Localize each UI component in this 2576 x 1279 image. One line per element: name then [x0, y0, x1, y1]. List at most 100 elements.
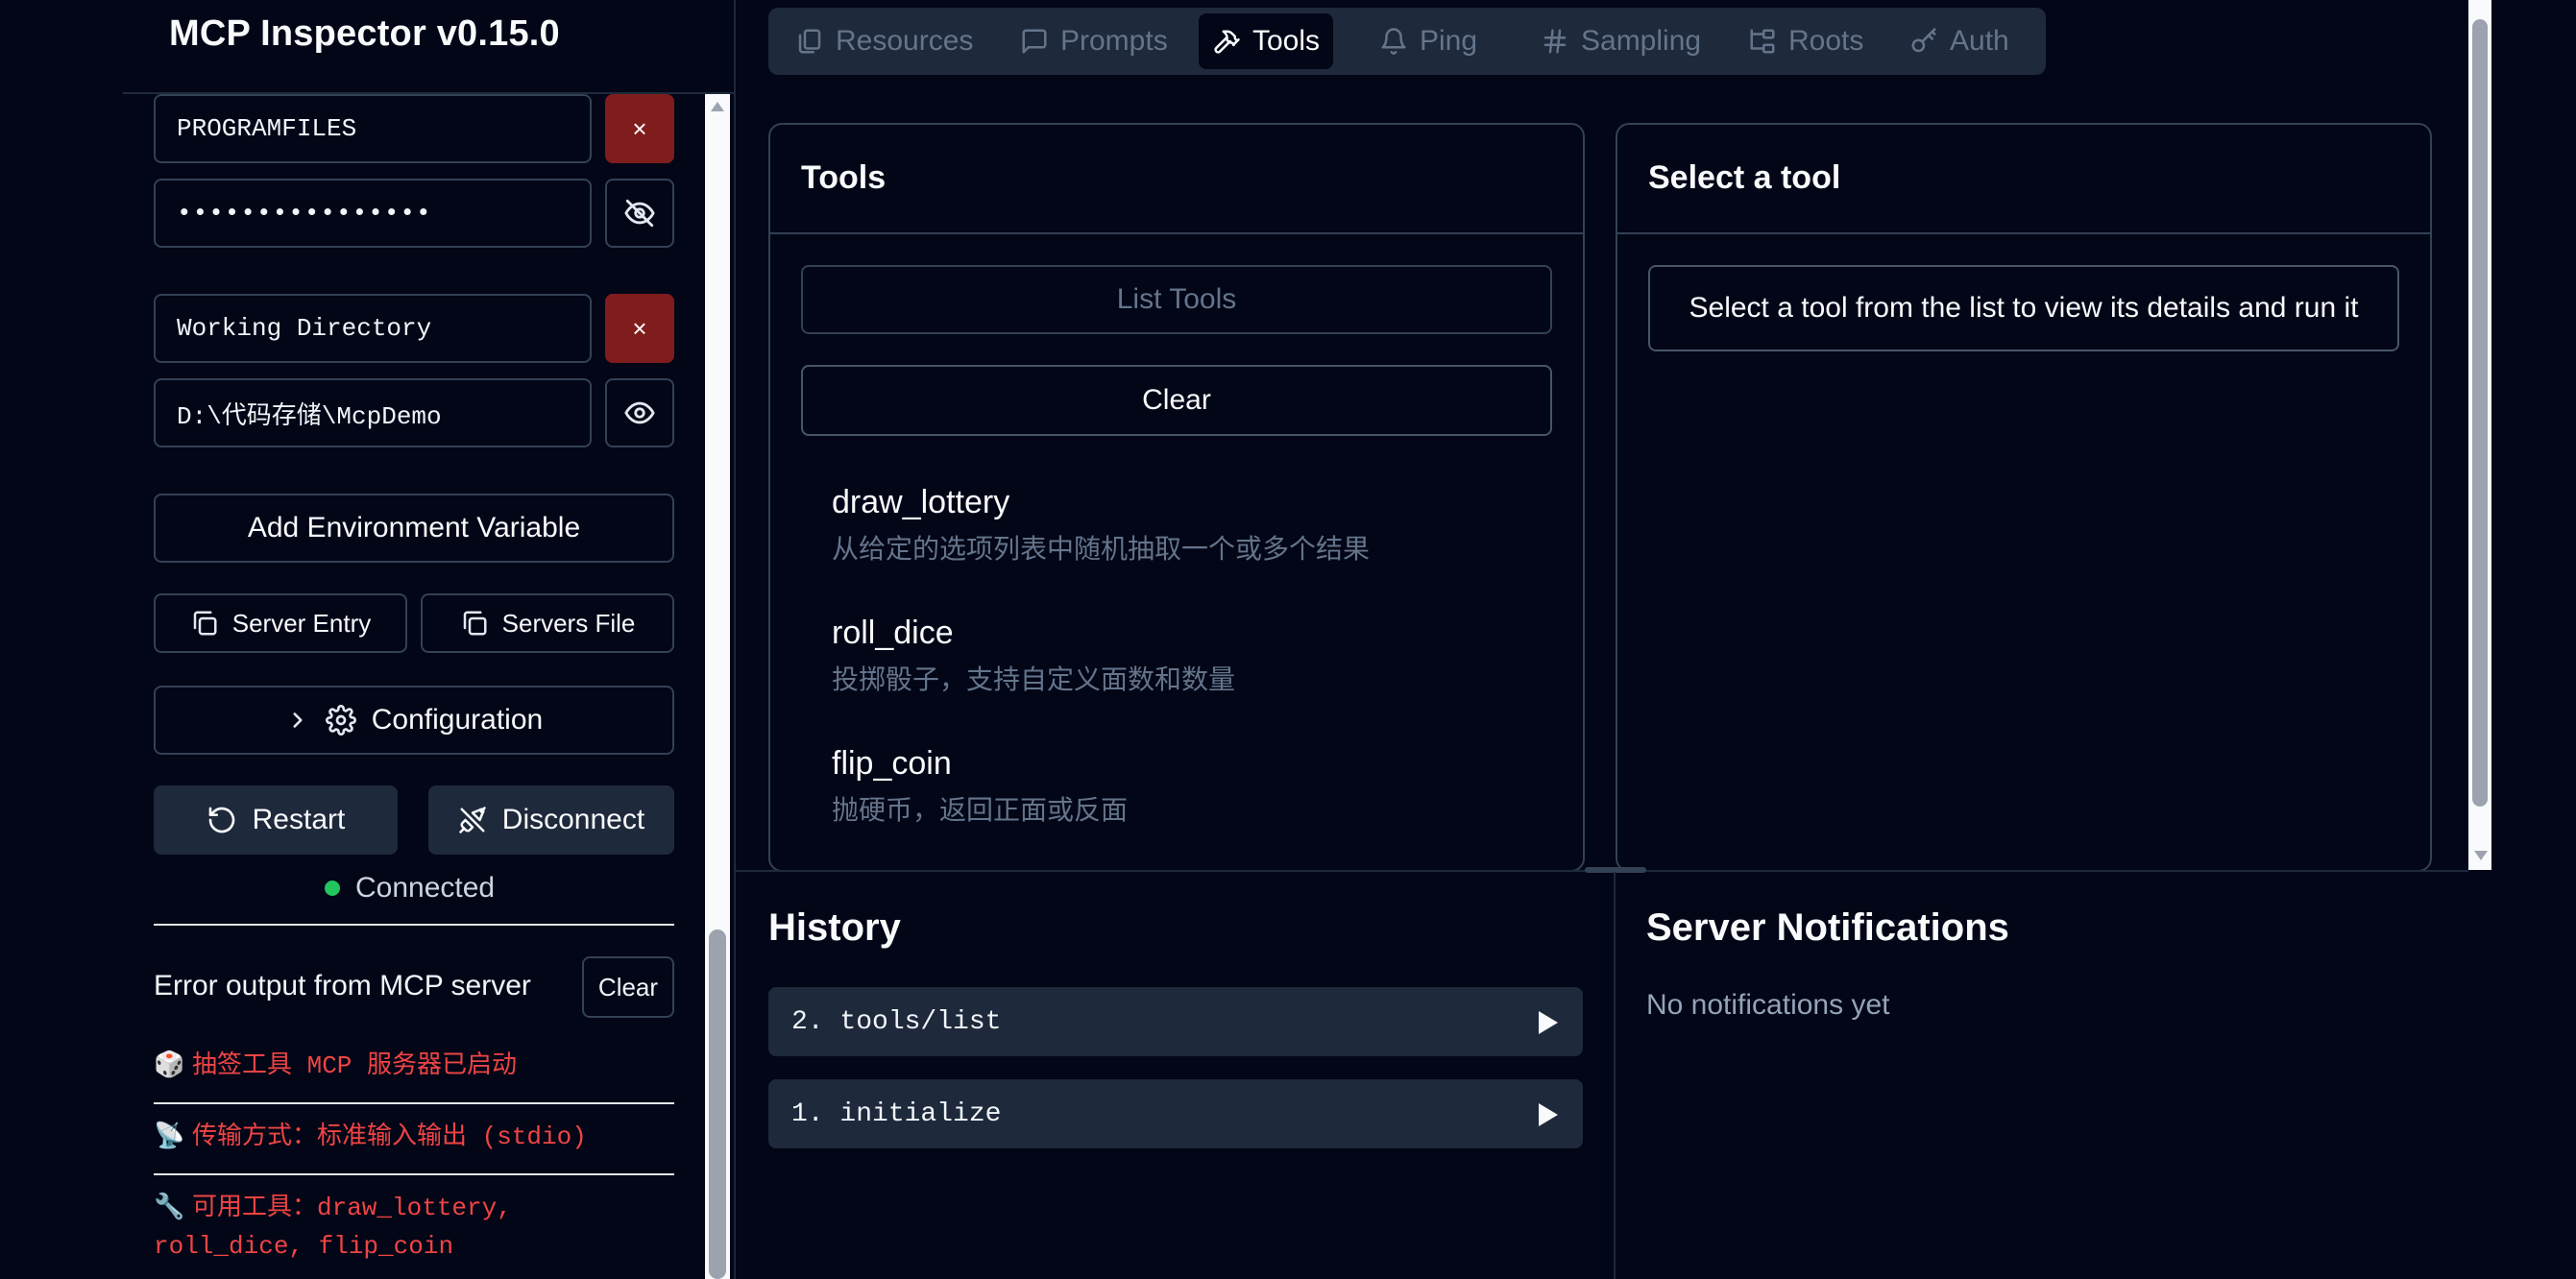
unplug-icon [459, 807, 486, 833]
folder-tree-icon [1750, 29, 1775, 54]
sidebar-scroll-thumb[interactable] [709, 929, 726, 1279]
restart-icon [208, 807, 234, 833]
chevron-right-icon [293, 712, 303, 728]
servers-file-button[interactable]: Servers File [421, 593, 674, 653]
eye-off-icon [624, 199, 655, 228]
close-icon: × [632, 313, 647, 343]
env-value-input[interactable]: D:\代码存储\McpDemo [154, 378, 592, 447]
play-icon[interactable] [1537, 1102, 1560, 1127]
error-output-label: Error output from MCP server [154, 970, 531, 1001]
hash-icon [1543, 29, 1567, 54]
servers-file-label: Servers File [501, 608, 636, 638]
sidebar: MCP Inspector v0.15.0 PROGRAMFILES × •••… [123, 0, 734, 1279]
env-key-input[interactable]: PROGRAMFILES [154, 94, 592, 163]
history-item[interactable]: 1. initialize [768, 1079, 1583, 1148]
tool-name: draw_lottery [832, 484, 1010, 520]
log-entry: 📡 传输方式：标准输入输出 (stdio) [154, 1118, 674, 1156]
status-text: Connected [355, 872, 496, 904]
tab-sampling[interactable]: Sampling [1527, 13, 1714, 69]
add-env-label: Add Environment Variable [247, 512, 581, 543]
satellite-icon: 📡 [154, 1122, 185, 1151]
list-tools-label: List Tools [1116, 283, 1237, 315]
add-env-variable-button[interactable]: Add Environment Variable [154, 494, 674, 563]
clear-tools-label: Clear [1142, 384, 1211, 416]
resize-handle[interactable] [1585, 867, 1646, 873]
remove-env-button[interactable]: × [605, 94, 674, 163]
dice-icon: 🎲 [154, 1051, 185, 1080]
tool-detail-panel: Select a tool Select a tool from the lis… [1616, 123, 2432, 872]
message-icon [1022, 29, 1047, 54]
tab-label: Auth [1950, 25, 2009, 57]
bottom-vertical-divider [1614, 872, 1616, 1279]
server-entry-button[interactable]: Server Entry [154, 593, 407, 653]
tab-roots[interactable]: Roots [1735, 13, 1877, 69]
tab-label: Ping [1420, 25, 1478, 57]
bell-icon [1381, 28, 1406, 55]
select-tool-text: Select a tool from the list to view its … [1689, 292, 2359, 324]
clear-tools-button[interactable]: Clear [801, 365, 1552, 436]
tab-bar: Resources Prompts Tools Ping Sampling Ro… [768, 8, 2046, 75]
remove-env-button[interactable]: × [605, 294, 674, 363]
tab-prompts[interactable]: Prompts [1007, 13, 1181, 69]
log-text: 抽签工具 MCP 服务器已启动 [192, 1051, 518, 1080]
tool-description: 从给定的选项列表中随机抽取一个或多个结果 [832, 534, 1371, 564]
play-icon[interactable] [1537, 1010, 1560, 1035]
tool-name: roll_dice [832, 615, 954, 651]
log-text: 传输方式：标准输入输出 (stdio) [192, 1122, 587, 1151]
list-tools-button[interactable]: List Tools [801, 265, 1552, 334]
tools-panel: Tools List Tools Clear draw_lottery 从给定的… [768, 123, 1585, 872]
detail-panel-title: Select a tool [1648, 159, 1841, 196]
log-text: 可用工具：draw_lottery, roll_dice, flip_coin [154, 1194, 512, 1261]
tab-label: Prompts [1060, 25, 1168, 57]
configuration-label: Configuration [371, 704, 544, 736]
tab-resources[interactable]: Resources [782, 13, 986, 69]
disconnect-button[interactable]: Disconnect [428, 785, 674, 855]
tab-auth[interactable]: Auth [1896, 13, 2023, 69]
tab-label: Sampling [1581, 25, 1702, 57]
copy-icon [463, 611, 487, 636]
scroll-down-arrow-icon[interactable] [2472, 849, 2490, 862]
close-icon: × [632, 113, 647, 143]
divider [154, 924, 674, 926]
tab-label: Resources [836, 25, 974, 57]
tab-label: Tools [1252, 25, 1321, 57]
tool-name: flip_coin [832, 745, 952, 782]
log-entry: 🔧 可用工具：draw_lottery, roll_dice, flip_coin [154, 1189, 674, 1266]
tab-ping[interactable]: Ping [1366, 13, 1491, 69]
sidebar-border [734, 0, 736, 1279]
resources-icon [798, 29, 821, 54]
app-title: MCP Inspector v0.15.0 [169, 13, 560, 54]
restart-label: Restart [252, 804, 346, 835]
clear-errors-button[interactable]: Clear [582, 956, 674, 1018]
configuration-toggle[interactable]: Configuration [154, 686, 674, 755]
tool-description: 投掷骰子，支持自定义面数和数量 [832, 664, 1236, 694]
toggle-visibility-button[interactable] [605, 179, 674, 248]
server-entry-label: Server Entry [231, 608, 372, 638]
restart-button[interactable]: Restart [154, 785, 398, 855]
eye-icon [624, 401, 655, 424]
log-entry: 🎲 抽签工具 MCP 服务器已启动 [154, 1047, 674, 1085]
tool-description: 抛硬币，返回正面或反面 [832, 795, 1129, 825]
hammer-icon [1214, 30, 1240, 54]
select-tool-message: Select a tool from the list to view its … [1648, 265, 2399, 351]
main-scroll-thumb[interactable] [2472, 19, 2488, 807]
divider [154, 1102, 674, 1104]
tab-tools[interactable]: Tools [1199, 13, 1334, 69]
copy-icon [193, 611, 217, 636]
connection-status: Connected [325, 872, 495, 905]
scroll-up-arrow-icon[interactable] [709, 100, 726, 113]
history-title: History [768, 906, 901, 949]
key-icon [1911, 28, 1936, 53]
history-item[interactable]: 2. tools/list [768, 987, 1583, 1056]
server-notifications-title: Server Notifications [1646, 906, 2009, 949]
disconnect-label: Disconnect [501, 804, 645, 835]
env-value-input[interactable]: •••••••••••••••• [154, 179, 592, 248]
env-key-input[interactable]: Working Directory [154, 294, 592, 363]
status-dot-icon [325, 881, 340, 896]
gear-icon [325, 705, 356, 736]
tools-panel-title: Tools [801, 159, 887, 196]
panel-divider [1617, 232, 2430, 234]
toggle-visibility-button[interactable] [605, 378, 674, 447]
history-item-label: 1. initialize [791, 1098, 1002, 1129]
divider [154, 1173, 674, 1175]
